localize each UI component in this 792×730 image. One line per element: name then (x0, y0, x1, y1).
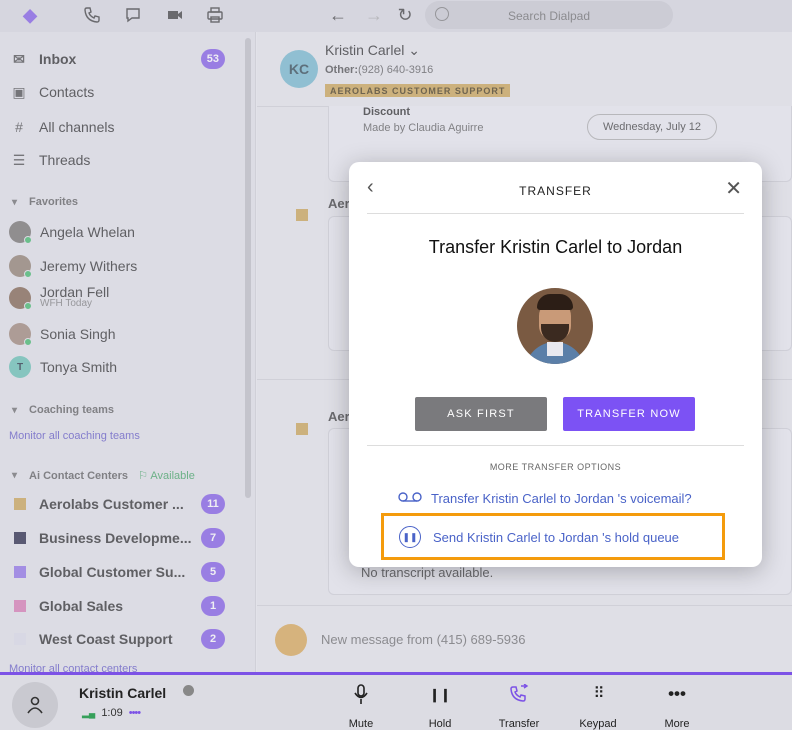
keypad-button[interactable]: ⠿ Keypad (568, 684, 628, 730)
microphone-icon (331, 684, 391, 706)
highlight-box (381, 513, 725, 560)
option-label: Transfer Kristin Carlel to Jordan 's voi… (431, 491, 692, 506)
voicemail-icon (397, 491, 423, 506)
call-timer: ▂▄ 1:09 •••• (82, 707, 141, 719)
keypad-icon: ⠿ (593, 685, 605, 702)
modal-title: TRANSFER (519, 184, 592, 198)
transfer-voicemail-option[interactable]: Transfer Kristin Carlel to Jordan 's voi… (397, 491, 692, 506)
hold-button[interactable]: ❙❙ Hold (410, 684, 470, 730)
call-progress-line (0, 672, 792, 675)
divider (367, 445, 744, 446)
info-icon[interactable] (183, 685, 194, 696)
active-call-bar: Kristin Carlel ▂▄ 1:09 •••• Mute ❙❙ Hold T… (0, 672, 792, 730)
transfer-heading: Transfer Kristin Carlel to Jordan (428, 237, 683, 257)
control-label: Keypad (579, 718, 617, 730)
more-dots-icon: ••• (668, 684, 686, 703)
audio-dots-icon: •••• (128, 707, 141, 719)
signal-icon: ▂▄ (82, 708, 96, 718)
control-label: More (664, 718, 690, 730)
recipient-avatar (517, 288, 593, 364)
more-button[interactable]: ••• More (647, 684, 707, 730)
more-options-label: MORE TRANSFER OPTIONS (489, 462, 622, 472)
ask-first-button[interactable]: ASK FIRST (415, 397, 547, 431)
close-icon[interactable]: ✕ (725, 176, 742, 201)
pause-icon: ❙❙ (429, 687, 451, 702)
transfer-button[interactable]: Transfer (489, 683, 549, 730)
divider (367, 213, 744, 214)
control-label: Transfer (498, 718, 540, 730)
mute-button[interactable]: Mute (331, 684, 391, 730)
caller-name: Kristin Carlel (79, 685, 167, 701)
transfer-now-button[interactable]: TRANSFER NOW (563, 397, 695, 431)
control-label: Mute (348, 718, 374, 730)
transfer-phone-icon (489, 683, 549, 706)
control-label: Hold (428, 718, 452, 730)
caller-avatar (12, 682, 58, 728)
transfer-modal: ‹ TRANSFER ✕ Transfer Kristin Carlel to … (349, 162, 762, 567)
